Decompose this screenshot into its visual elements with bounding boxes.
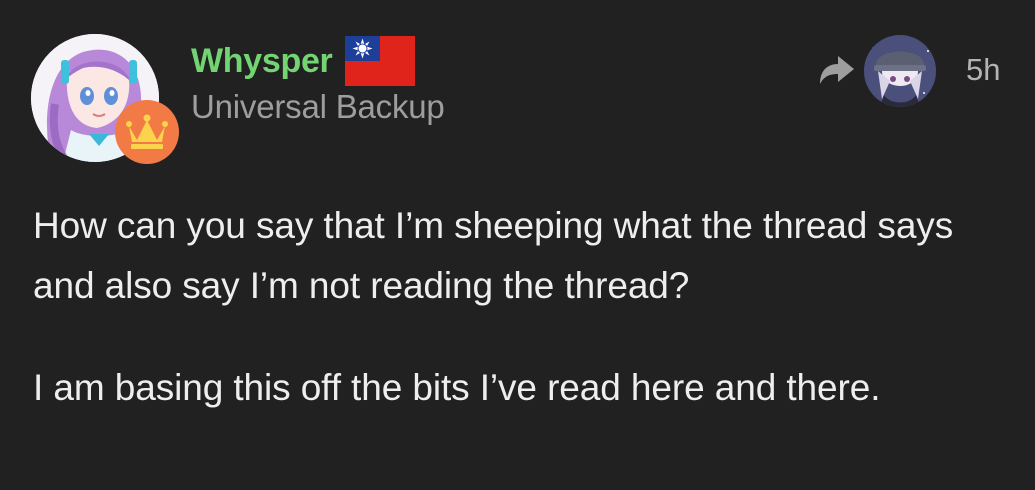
user-title: Universal Backup xyxy=(191,88,445,125)
post-body: How can you say that I’m sheeping what t… xyxy=(33,196,1018,418)
crown-badge xyxy=(115,100,179,164)
crown-icon xyxy=(126,114,168,149)
author-avatar-group[interactable] xyxy=(31,34,187,174)
post-paragraph: I am basing this off the bits I’ve read … xyxy=(33,367,881,408)
replied-user-avatar-image xyxy=(864,35,936,107)
replied-user-avatar[interactable] xyxy=(864,35,936,107)
taiwan-flag-icon xyxy=(344,36,415,86)
post-timestamp: 5h xyxy=(966,52,1001,87)
author-name-row: Whysper xyxy=(191,36,415,86)
share-arrow-icon[interactable] xyxy=(816,52,856,88)
username-link[interactable]: Whysper xyxy=(191,42,333,81)
post-paragraph: How can you say that I’m sheeping what t… xyxy=(33,205,954,306)
